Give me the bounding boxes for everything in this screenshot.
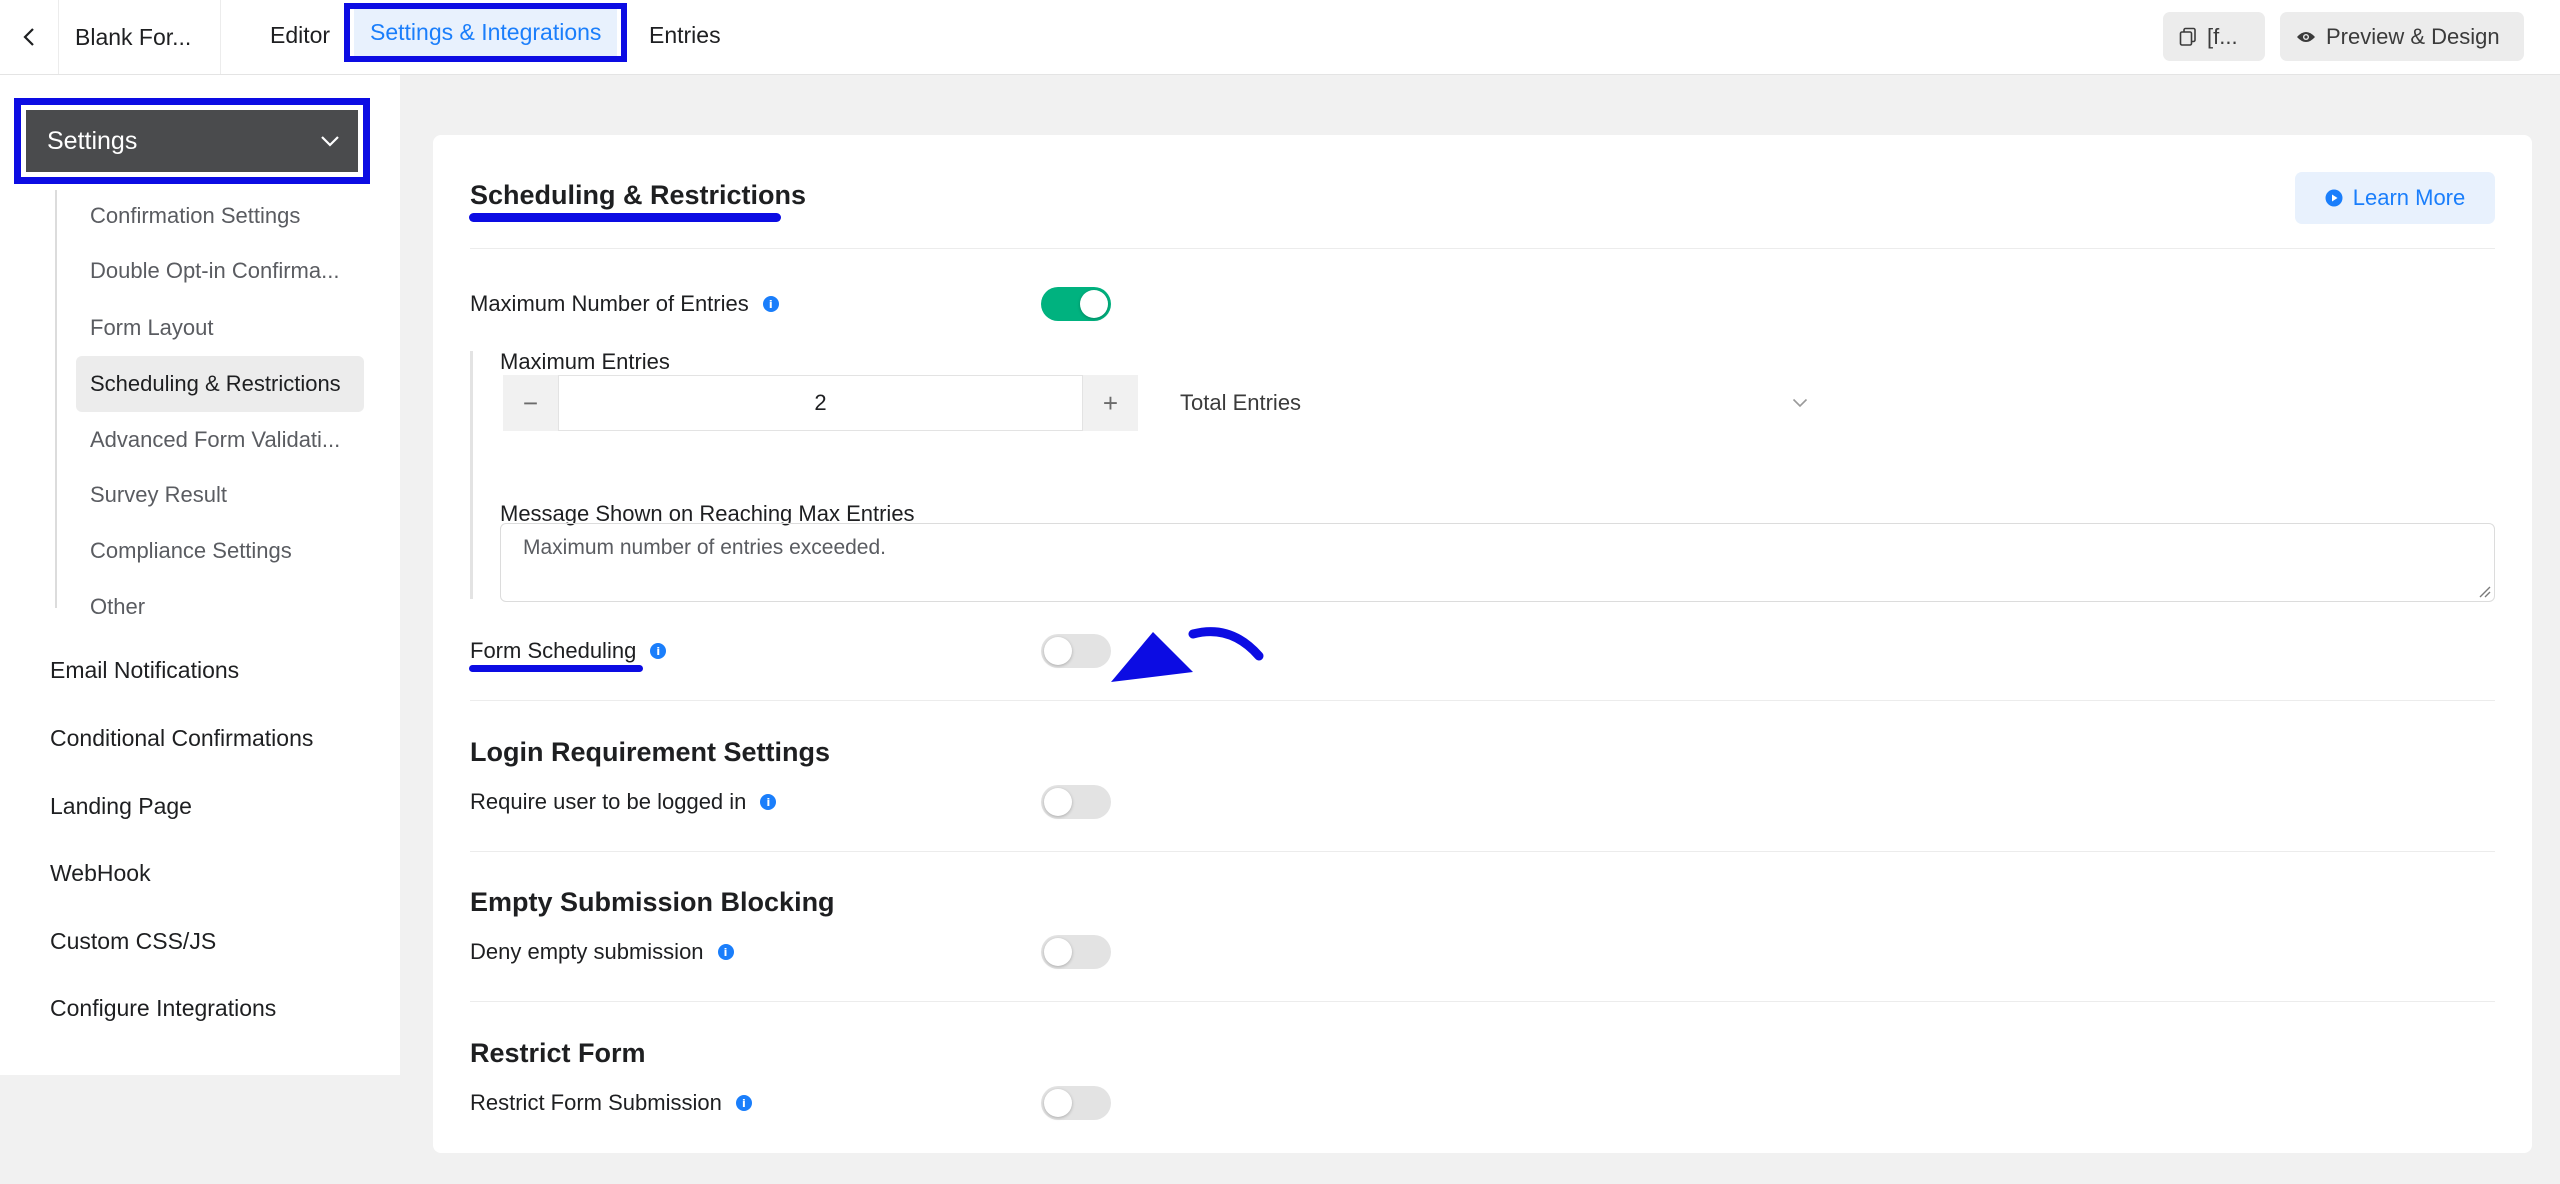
annotation-arrow-icon (1111, 627, 1264, 682)
sidebar-settings-label: Settings (47, 126, 138, 155)
preview-design-button[interactable]: Preview & Design (2280, 12, 2524, 61)
shortcode-label: [f... (2207, 23, 2238, 49)
resize-handle-icon[interactable] (2477, 584, 2491, 598)
info-icon[interactable]: i (717, 944, 734, 960)
max-message-value: Maximum number of entries exceeded. (523, 536, 886, 559)
preview-design-label: Preview & Design (2326, 23, 2500, 49)
sidebar-item-custom-css-js[interactable]: Custom CSS/JS (50, 919, 216, 963)
form-scheduling-row: Form Scheduling i (470, 634, 667, 668)
login-section-title: Login Requirement Settings (470, 737, 831, 767)
back-button[interactable] (0, 0, 59, 74)
sidebar-tree-line (55, 190, 57, 608)
shortcode-button[interactable]: [f... (2163, 12, 2265, 61)
stepper-decrement-button[interactable]: − (503, 375, 559, 431)
sidebar: Settings Confirmation Settings Double Op… (0, 75, 400, 1075)
tab-entries[interactable]: Entries (649, 0, 721, 70)
top-bar: Blank For... Editor Settings & Integrati… (0, 0, 2560, 75)
tab-settings-integrations-label: Settings & Integrations (354, 9, 618, 56)
sidebar-item-form-layout[interactable]: Form Layout (76, 300, 364, 356)
annotation-underline-title (469, 213, 781, 222)
tab-settings-integrations[interactable]: Settings & Integrations (344, 3, 628, 62)
sidebar-item-compliance-settings[interactable]: Compliance Settings (76, 523, 364, 579)
sidebar-item-other[interactable]: Other (76, 579, 364, 635)
login-label: Require user to be logged in (470, 789, 747, 814)
sidebar-item-double-opt-in[interactable]: Double Opt-in Confirma... (76, 243, 364, 299)
sidebar-item-confirmation-settings[interactable]: Confirmation Settings (76, 188, 364, 244)
stepper-increment-button[interactable]: + (1082, 375, 1138, 431)
sidebar-item-advanced-validation[interactable]: Advanced Form Validati... (76, 412, 364, 468)
sidebar-item-landing-page[interactable]: Landing Page (50, 784, 192, 828)
login-row: Require user to be logged in i (470, 785, 777, 819)
sidebar-item-conditional-confirmations[interactable]: Conditional Confirmations (50, 716, 313, 760)
sidebar-item-configure-integrations[interactable]: Configure Integrations (50, 986, 276, 1030)
play-circle-icon (2325, 189, 2343, 207)
empty-submission-toggle[interactable] (1041, 935, 1111, 969)
info-icon[interactable]: i (735, 1095, 752, 1111)
tab-editor[interactable]: Editor (270, 0, 330, 70)
info-icon[interactable]: i (762, 296, 779, 312)
form-scheduling-label: Form Scheduling (470, 638, 637, 663)
empty-submission-row: Deny empty submission i (470, 935, 734, 969)
sidebar-item-webhook[interactable]: WebHook (50, 851, 151, 895)
divider (470, 700, 2495, 701)
chevron-down-icon (1792, 398, 1808, 408)
divider (470, 248, 2495, 249)
max-message-textarea[interactable]: Maximum number of entries exceeded. (500, 523, 2495, 602)
chevron-down-icon (321, 136, 339, 147)
sidebar-settings-group[interactable]: Settings (14, 98, 370, 184)
form-scheduling-toggle[interactable] (1041, 634, 1111, 668)
restrict-submission-toggle[interactable] (1041, 1086, 1111, 1120)
max-entries-label: Maximum Entries (500, 349, 670, 374)
settings-card: Scheduling & Restrictions Learn More Max… (433, 135, 2532, 1153)
max-entries-toggle-row: Maximum Number of Entries i (470, 287, 779, 321)
sidebar-settings-head[interactable]: Settings (26, 110, 358, 172)
annotation-underline-scheduling (469, 665, 643, 672)
entries-period-value: Total Entries (1180, 390, 1302, 415)
divider (470, 851, 2495, 852)
restrict-submission-row: Restrict Form Submission i (470, 1086, 752, 1120)
sidebar-item-survey-result[interactable]: Survey Result (76, 467, 364, 523)
info-icon[interactable]: i (760, 794, 777, 810)
copy-icon (2179, 27, 2196, 46)
eye-icon (2297, 31, 2315, 42)
max-entries-toggle[interactable] (1041, 287, 1111, 321)
entries-period-select[interactable]: Total Entries (1168, 375, 1808, 431)
sidebar-item-scheduling-restrictions[interactable]: Scheduling & Restrictions (76, 356, 364, 412)
login-toggle[interactable] (1041, 785, 1111, 819)
form-name[interactable]: Blank For... (59, 0, 221, 74)
page-title: Scheduling & Restrictions (470, 180, 807, 210)
empty-section-title: Empty Submission Blocking (470, 887, 835, 917)
max-entries-stepper[interactable]: − 2 + (503, 375, 1138, 431)
sidebar-item-email-notifications[interactable]: Email Notifications (50, 648, 239, 692)
max-entries-value[interactable]: 2 (564, 376, 1077, 430)
learn-more-label: Learn More (2352, 185, 2466, 210)
divider (470, 1001, 2495, 1002)
info-icon[interactable]: i (650, 643, 667, 659)
empty-submission-label: Deny empty submission (470, 939, 704, 964)
restrict-submission-label: Restrict Form Submission (470, 1090, 722, 1115)
chevron-left-icon (23, 28, 34, 46)
learn-more-button[interactable]: Learn More (2295, 172, 2495, 224)
max-entries-toggle-label: Maximum Number of Entries (470, 291, 749, 316)
nested-settings-bar (470, 351, 473, 599)
restrict-section-title: Restrict Form (470, 1038, 646, 1068)
